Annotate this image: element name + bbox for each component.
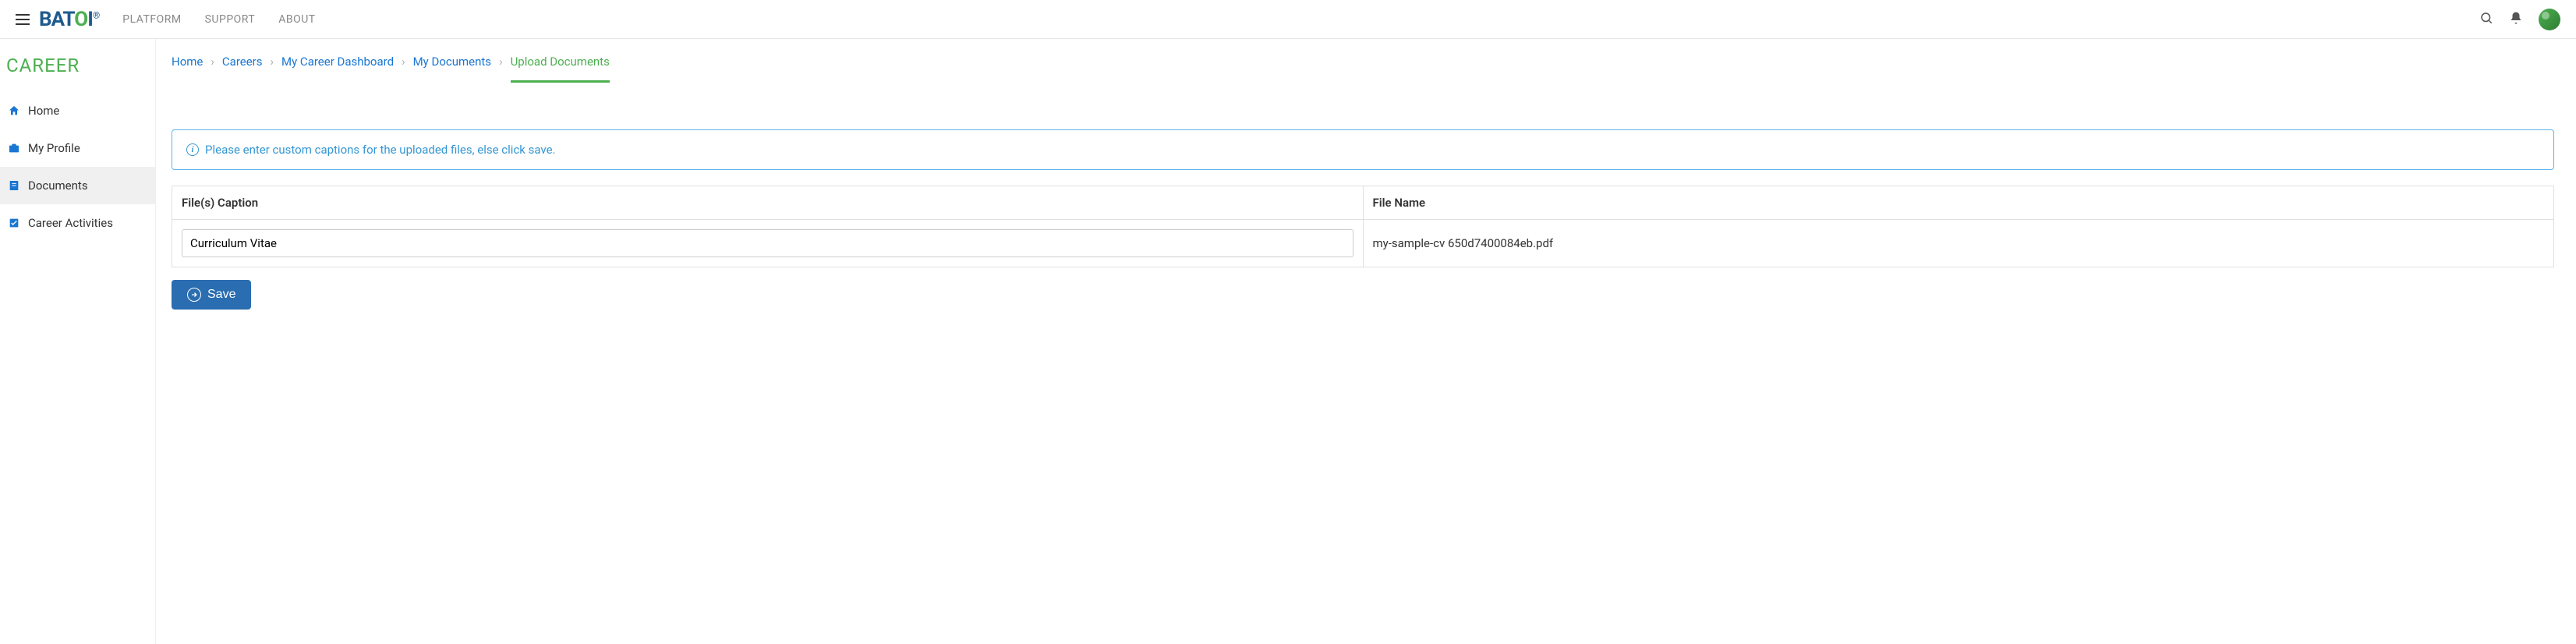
- files-table: File(s) Caption File Name my-sample-cv 6…: [172, 186, 2554, 267]
- profile-icon: [8, 142, 20, 154]
- chevron-right-icon: ›: [402, 55, 405, 69]
- sidebar-item-profile[interactable]: My Profile: [0, 129, 155, 167]
- home-icon: [8, 104, 20, 117]
- breadcrumb-current: Upload Documents: [511, 55, 610, 83]
- breadcrumb-home[interactable]: Home: [172, 55, 203, 69]
- activities-icon: [8, 217, 20, 229]
- menu-toggle-icon[interactable]: [16, 14, 30, 25]
- documents-icon: [8, 179, 20, 192]
- nav-about[interactable]: ABOUT: [278, 13, 315, 26]
- info-icon: i: [186, 143, 199, 156]
- breadcrumb-dashboard[interactable]: My Career Dashboard: [281, 55, 394, 69]
- sidebar-item-documents[interactable]: Documents: [0, 167, 155, 204]
- header: BATOI® PLATFORM SUPPORT ABOUT: [0, 0, 2576, 39]
- search-icon[interactable]: [2479, 11, 2493, 28]
- breadcrumb: Home › Careers › My Career Dashboard › M…: [172, 55, 2554, 83]
- sidebar-item-home[interactable]: Home: [0, 92, 155, 129]
- breadcrumb-careers[interactable]: Careers: [222, 55, 263, 69]
- info-message: Please enter custom captions for the upl…: [205, 143, 556, 157]
- arrow-right-icon: [187, 288, 201, 302]
- caption-input[interactable]: [182, 229, 1353, 257]
- sidebar: CAREER Home My Profile Documents Career …: [0, 39, 156, 644]
- top-nav: PLATFORM SUPPORT ABOUT: [122, 13, 315, 26]
- chevron-right-icon: ›: [271, 55, 274, 69]
- save-button-label: Save: [207, 288, 235, 302]
- nav-platform[interactable]: PLATFORM: [122, 13, 181, 26]
- nav-support[interactable]: SUPPORT: [205, 13, 256, 26]
- chevron-right-icon: ›: [211, 55, 214, 69]
- sidebar-item-label: Documents: [28, 179, 88, 193]
- filename-cell: my-sample-cv 650d7400084eb.pdf: [1363, 220, 2554, 267]
- sidebar-item-label: Career Activities: [28, 216, 113, 230]
- avatar[interactable]: [2539, 9, 2560, 30]
- breadcrumb-mydocuments[interactable]: My Documents: [413, 55, 491, 69]
- bell-icon[interactable]: [2509, 11, 2523, 28]
- save-button[interactable]: Save: [172, 280, 251, 310]
- info-alert: i Please enter custom captions for the u…: [172, 129, 2554, 170]
- chevron-right-icon: ›: [499, 55, 503, 69]
- table-header-filename: File Name: [1363, 186, 2554, 220]
- logo[interactable]: BATOI®: [39, 8, 99, 31]
- sidebar-item-label: My Profile: [28, 141, 80, 155]
- sidebar-title: CAREER: [0, 55, 155, 92]
- sidebar-item-activities[interactable]: Career Activities: [0, 204, 155, 242]
- table-row: my-sample-cv 650d7400084eb.pdf: [172, 220, 2554, 267]
- sidebar-item-label: Home: [28, 104, 59, 118]
- main-content: Home › Careers › My Career Dashboard › M…: [156, 39, 2576, 644]
- table-header-caption: File(s) Caption: [172, 186, 1364, 220]
